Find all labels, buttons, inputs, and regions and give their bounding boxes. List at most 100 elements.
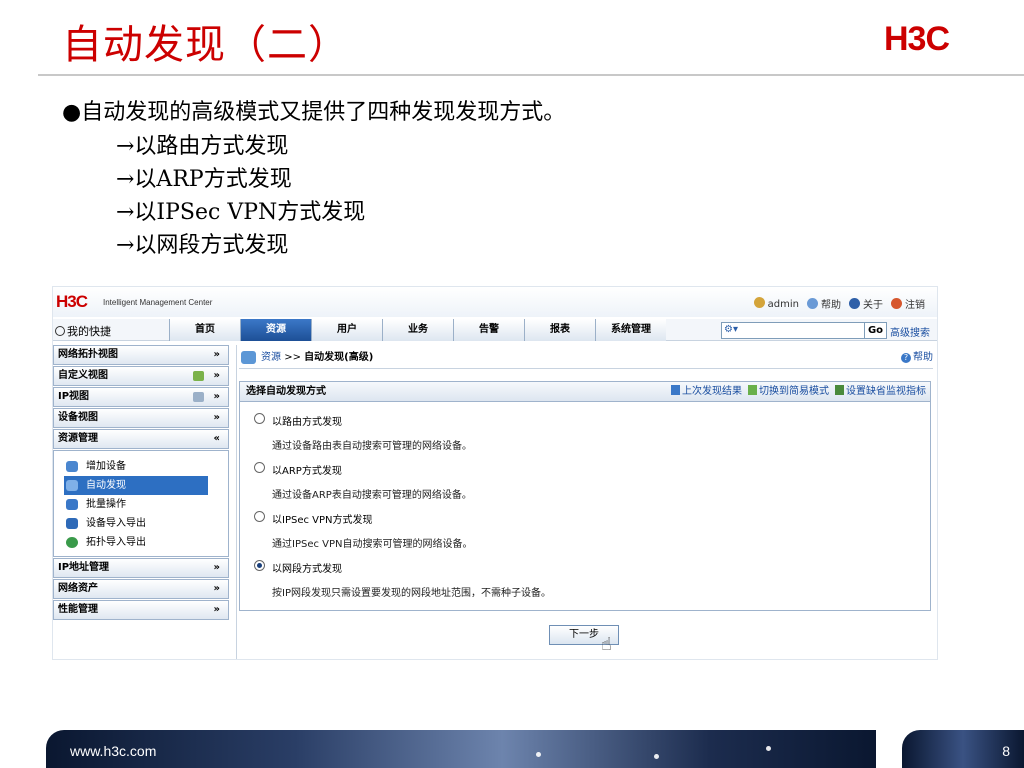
sidebar-performance-management[interactable]: 性能管理 » (53, 600, 229, 620)
sidebar-item-add-device[interactable]: 增加设备 (64, 457, 208, 476)
user-name: admin (767, 299, 799, 310)
breadcrumb-separator: >> (284, 352, 301, 363)
option-ipsec: 以IPSec VPN方式发现 通过IPSec VPN自动搜索可管理的网络设备。 (254, 508, 930, 557)
sidebar-item-topology-import-export[interactable]: 拓扑导入导出 (64, 533, 208, 552)
tab-report[interactable]: 报表 (524, 319, 595, 341)
sparkle-icon (536, 752, 541, 757)
breadcrumb-resource-link[interactable]: 资源 (261, 352, 281, 363)
top-links: admin 帮助 关于 注销 (753, 296, 925, 311)
sidebar-device-view[interactable]: 设备视图 » (53, 408, 229, 428)
about-link[interactable]: 关于 (849, 296, 883, 311)
list-icon (671, 385, 680, 395)
ip-view-icon (193, 392, 204, 402)
footer-bar: www.h3c.com (46, 730, 876, 768)
help-top-label: 帮助 (821, 300, 841, 311)
panel-header: 选择自动发现方式 上次发现结果 切换到简易模式 设置缺省监视指标 (240, 382, 930, 402)
sub-bullet-segment: →以网段方式发现 (116, 233, 289, 258)
chevron-down-icon: » (213, 412, 220, 423)
sub-bullet-arp: →以ARP方式发现 (116, 167, 292, 192)
sidebar-item-batch-operation[interactable]: 批量操作 (64, 495, 208, 514)
main-bullet-text: 自动发现的高级模式又提供了四种发现发现方式。 (81, 100, 566, 125)
sidebar-item-device-import-export[interactable]: 设备导入导出 (64, 514, 208, 533)
globe-icon (66, 537, 78, 548)
radio-route[interactable] (254, 413, 265, 424)
info-icon (849, 298, 860, 309)
sidebar-header-label: 网络资产 (58, 583, 98, 594)
search-scope-icon[interactable]: ⚙▾ (724, 324, 740, 337)
sidebar-topology-view[interactable]: 网络拓扑视图 » (53, 345, 229, 365)
user-icon (753, 297, 765, 308)
sidebar-resource-management[interactable]: 资源管理 « (53, 429, 229, 449)
help-label: 帮助 (913, 352, 933, 363)
sidebar-network-assets[interactable]: 网络资产 » (53, 579, 229, 599)
switch-simple-mode-label: 切换到简易模式 (759, 386, 829, 397)
switch-simple-mode-link[interactable]: 切换到简易模式 (748, 382, 829, 401)
go-button[interactable]: Go (864, 323, 886, 338)
sidebar-ip-address-management[interactable]: IP地址管理 » (53, 558, 229, 578)
default-monitor-label: 设置缺省监视指标 (846, 386, 926, 397)
panel-title: 选择自动发现方式 (246, 386, 326, 397)
my-shortcuts[interactable]: 我的快捷 (55, 323, 111, 339)
title-divider (38, 74, 1024, 76)
option-segment: 以网段方式发现 按IP网段发现只需设置要发现的网段地址范围，不需种子设备。 (254, 557, 930, 606)
sub-bullet-list: →以路由方式发现 →以ARP方式发现 →以IPSec VPN方式发现 →以网段方… (116, 130, 365, 262)
sidebar-splitter[interactable] (236, 345, 237, 659)
help-icon (807, 298, 818, 309)
search-input[interactable]: ⚙▾ Go (721, 322, 887, 339)
tab-home[interactable]: 首页 (169, 319, 240, 341)
app-header: H3C Intelligent Management Center admin … (53, 287, 937, 317)
option-description: 通过设备ARP表自动搜索可管理的网络设备。 (272, 490, 472, 501)
auto-discovery-icon (66, 480, 78, 491)
advanced-search-link[interactable]: 高级搜索 (890, 324, 930, 339)
batch-icon (66, 499, 78, 510)
sub-bullet-route: →以路由方式发现 (116, 134, 289, 159)
tab-service[interactable]: 业务 (382, 319, 453, 341)
help-top-link[interactable]: 帮助 (807, 296, 841, 311)
option-label[interactable]: 以路由方式发现 (272, 413, 342, 428)
breadcrumb-current: 自动发现(高级) (304, 352, 374, 363)
discovery-options: 以路由方式发现 通过设备路由表自动搜索可管理的网络设备。 以ARP方式发现 通过… (240, 402, 930, 606)
sidebar-header-label: 设备视图 (58, 412, 98, 423)
radio-ipsec[interactable] (254, 511, 265, 522)
about-label: 关于 (863, 300, 883, 311)
app-logo: H3C (56, 292, 88, 311)
option-label[interactable]: 以ARP方式发现 (272, 462, 342, 477)
help-link[interactable]: ? 帮助 (901, 347, 933, 369)
sidebar-header-label: 自定义视图 (58, 370, 108, 381)
chevron-down-icon: » (213, 391, 220, 402)
resource-management-panel: 增加设备 自动发现 批量操作 设备导入导出 拓扑导入导出 (53, 450, 229, 557)
page-number: 8 (1002, 743, 1010, 759)
sparkle-icon (766, 746, 771, 751)
tab-alarm[interactable]: 告警 (453, 319, 524, 341)
tab-resource[interactable]: 资源 (240, 319, 311, 341)
sidebar-ip-view[interactable]: IP视图 » (53, 387, 229, 407)
sidebar-item-label: 设备导入导出 (86, 518, 146, 529)
imc-app-screenshot: H3C Intelligent Management Center admin … (52, 286, 938, 660)
tab-user[interactable]: 用户 (311, 319, 382, 341)
option-description: 通过IPSec VPN自动搜索可管理的网络设备。 (272, 539, 473, 550)
sidebar-item-auto-discovery[interactable]: 自动发现 (64, 476, 208, 495)
user-link[interactable]: admin (753, 297, 799, 310)
last-result-link[interactable]: 上次发现结果 (671, 382, 742, 401)
footer-url[interactable]: www.h3c.com (70, 743, 156, 759)
slide-title: 自动发现（二） (62, 22, 349, 68)
radio-arp[interactable] (254, 462, 265, 473)
option-label[interactable]: 以网段方式发现 (272, 560, 342, 575)
add-device-icon (66, 461, 78, 472)
chevron-down-icon: » (213, 370, 220, 381)
logout-link[interactable]: 注销 (891, 296, 925, 311)
radio-segment[interactable] (254, 560, 265, 571)
default-monitor-link[interactable]: 设置缺省监视指标 (835, 382, 926, 401)
monitor-icon (835, 385, 844, 395)
chevron-down-icon: » (213, 583, 220, 594)
option-label[interactable]: 以IPSec VPN方式发现 (272, 511, 373, 526)
chevron-down-icon: » (213, 349, 220, 360)
breadcrumb: 资源 >> 自动发现(高级) ? 帮助 (239, 347, 933, 369)
option-arp: 以ARP方式发现 通过设备ARP表自动搜索可管理的网络设备。 (254, 459, 930, 508)
option-description: 按IP网段发现只需设置要发现的网段地址范围，不需种子设备。 (272, 588, 551, 599)
panel-links: 上次发现结果 切换到简易模式 设置缺省监视指标 (671, 382, 926, 401)
tab-system[interactable]: 系统管理 (595, 319, 666, 341)
logout-icon (891, 298, 902, 309)
sidebar-custom-view[interactable]: 自定义视图 » (53, 366, 229, 386)
sidebar: 网络拓扑视图 » 自定义视图 » IP视图 » 设备视图 » 资源管理 « 增加设备 自动… (53, 345, 229, 659)
